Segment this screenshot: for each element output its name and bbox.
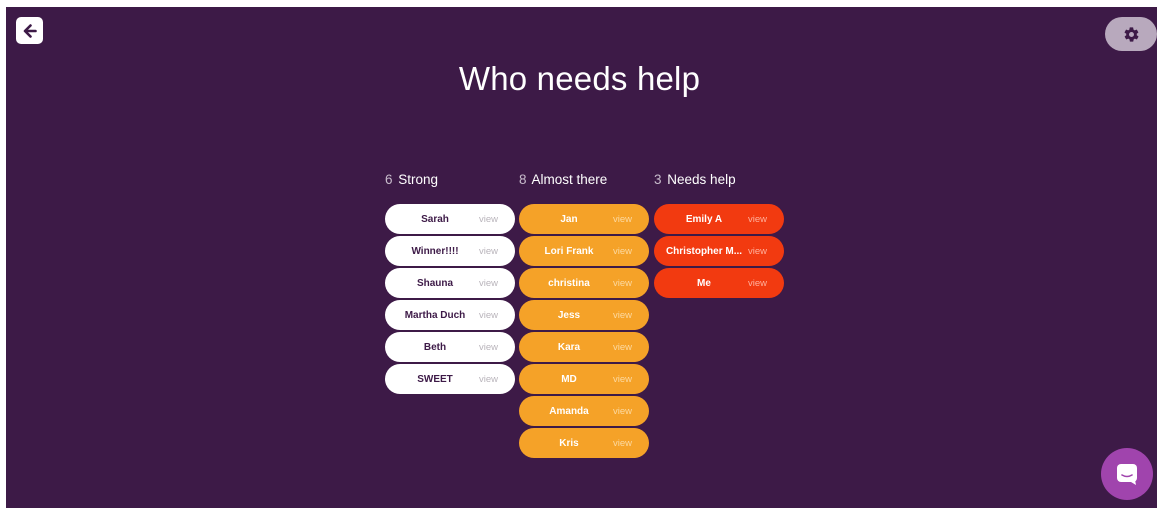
student-chip[interactable]: christina view [519, 268, 649, 298]
view-link[interactable]: view [613, 342, 649, 353]
view-link[interactable]: view [613, 438, 649, 449]
student-name: Winner!!!! [411, 245, 459, 257]
gear-icon [1123, 26, 1140, 43]
student-name: Me [697, 277, 711, 289]
student-chip[interactable]: Sarah view [385, 204, 515, 234]
student-name: Kara [557, 341, 581, 353]
student-name: Shauna [416, 277, 454, 289]
student-chip[interactable]: Jess view [519, 300, 649, 330]
student-name: Lori Frank [544, 245, 594, 257]
column-needs-help: 3 Needs help Emily Aview Christopher M...… [654, 172, 784, 300]
student-name: Beth [423, 341, 447, 353]
student-name: Jan [560, 213, 578, 225]
student-name: Kris [559, 437, 579, 449]
view-link[interactable]: view [613, 374, 649, 385]
view-link[interactable]: view [479, 246, 515, 257]
view-link[interactable]: view [479, 278, 515, 289]
column-header-needs-help: 3 Needs help [654, 172, 784, 190]
student-name: Jess [557, 309, 581, 321]
student-chip[interactable]: Me view [654, 268, 784, 298]
student-chip[interactable]: Jan view [519, 204, 649, 234]
strong-student-list: Sarah view Winner!!!! view Shauna view Martha … [385, 204, 515, 394]
student-name: Martha Duch [404, 309, 466, 321]
student-name: Emily A [685, 213, 723, 225]
student-chip[interactable]: Kara view [519, 332, 649, 362]
arrow-left-icon [23, 23, 37, 38]
back-button[interactable] [16, 17, 43, 44]
student-name: SWEET [417, 373, 453, 385]
student-name: MD [561, 373, 577, 385]
needs-help-count: 3 [654, 172, 662, 187]
column-strong: 6 Strong Sarah view Winner!!!! view Shauna vi… [385, 172, 515, 396]
settings-button[interactable] [1105, 17, 1157, 51]
view-link[interactable]: view [479, 214, 515, 225]
needs-help-label: Needs help [667, 172, 736, 187]
student-chip[interactable]: Lori Frank view [519, 236, 649, 266]
student-chip[interactable]: MD view [519, 364, 649, 394]
view-link[interactable]: view [479, 342, 515, 353]
view-link[interactable]: view [479, 310, 515, 321]
view-link[interactable]: view [748, 246, 784, 257]
student-chip[interactable]: Winner!!!! view [385, 236, 515, 266]
student-name: Christopher M... [665, 245, 743, 257]
student-chip[interactable]: Beth view [385, 332, 515, 362]
student-chip[interactable]: Emily A view [654, 204, 784, 234]
strong-label: Strong [398, 172, 439, 187]
student-chip[interactable]: Kris view [519, 428, 649, 458]
needs-help-student-list: Emily A view Christopher M... view Me view [654, 204, 784, 298]
student-chip[interactable]: Shauna view [385, 268, 515, 298]
student-name: Sarah [421, 213, 449, 225]
almost-there-student-list: Jan view Lori Frank view christina view Jess vi… [519, 204, 649, 458]
view-link[interactable]: view [613, 246, 649, 257]
student-chip[interactable]: SWEET view [385, 364, 515, 394]
almost-there-label: Almost there [531, 172, 608, 187]
page-title: Who needs help [458, 60, 701, 97]
chat-button[interactable] [1101, 448, 1153, 500]
student-name: christina [548, 277, 590, 289]
strong-count: 6 [385, 172, 393, 187]
view-link[interactable]: view [479, 374, 515, 385]
almost-there-count: 8 [519, 172, 527, 187]
chat-bubble-icon [1115, 462, 1139, 486]
column-header-strong: 6 Strong [385, 172, 515, 190]
student-chip[interactable]: Christopher M... view [654, 236, 784, 266]
student-chip[interactable]: Martha Duch view [385, 300, 515, 330]
view-link[interactable]: view [748, 214, 784, 225]
student-chip[interactable]: Amanda view [519, 396, 649, 426]
view-link[interactable]: view [613, 214, 649, 225]
column-almost-there: 8 Almost there Jan view Lori Frank view chri… [519, 172, 649, 460]
view-link[interactable]: view [613, 278, 649, 289]
view-link[interactable]: view [613, 310, 649, 321]
view-link[interactable]: view [613, 406, 649, 417]
column-header-almost-there: 8 Almost there [519, 172, 649, 190]
view-link[interactable]: view [748, 278, 784, 289]
student-name: Amanda [549, 405, 589, 417]
